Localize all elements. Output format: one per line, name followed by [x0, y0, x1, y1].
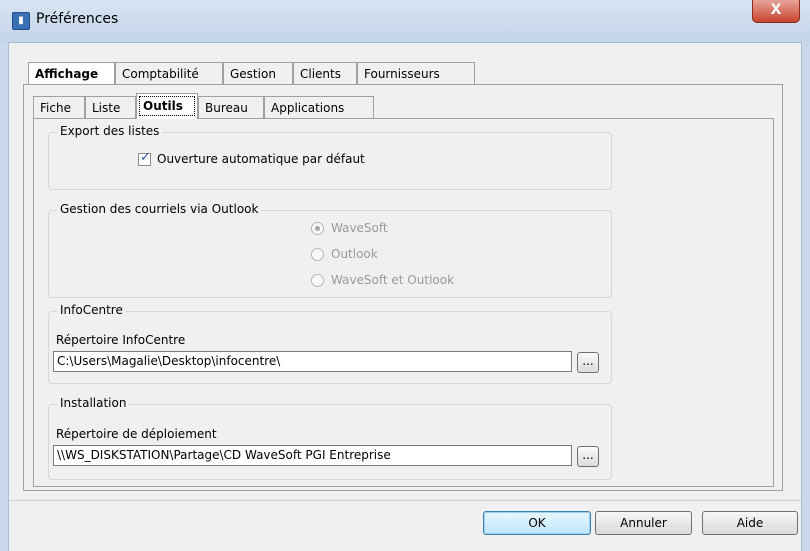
tab-applications[interactable]: Applications	[264, 96, 374, 118]
infocentre-browse-button[interactable]: ...	[577, 352, 599, 373]
title-bar: ▮ Préférences X	[0, 0, 810, 43]
installation-label: Répertoire de déploiement	[56, 427, 217, 441]
radio-outlook[interactable]	[311, 248, 324, 261]
infocentre-label: Répertoire InfoCentre	[56, 333, 186, 347]
radio-wavesoft[interactable]	[311, 222, 324, 235]
radio-wavesoft-outlook[interactable]	[311, 274, 324, 287]
tab-clients[interactable]: Clients	[293, 62, 357, 84]
radio-wavesoft-label: WaveSoft	[331, 221, 388, 235]
auto-open-label[interactable]: Ouverture automatique par défaut	[157, 152, 365, 166]
ok-button[interactable]: OK	[483, 511, 591, 535]
installation-group: Installation	[48, 396, 612, 480]
courriels-legend: Gestion des courriels via Outlook	[57, 202, 262, 216]
courriels-group: Gestion des courriels via Outlook	[48, 202, 612, 298]
footer-divider	[9, 500, 801, 501]
radio-outlook-label: Outlook	[331, 247, 378, 261]
tab-fiche[interactable]: Fiche	[33, 96, 85, 118]
window-title: Préférences	[36, 11, 119, 27]
tab-fournisseurs[interactable]: Fournisseurs	[357, 62, 475, 84]
tab-comptabilite[interactable]: Comptabilité	[115, 62, 223, 84]
infocentre-legend: InfoCentre	[57, 303, 126, 317]
export-legend: Export des listes	[57, 124, 163, 138]
infocentre-group: InfoCentre	[48, 303, 612, 384]
installation-legend: Installation	[57, 396, 130, 410]
close-button[interactable]: X	[752, 0, 800, 23]
cancel-button[interactable]: Annuler	[595, 511, 692, 535]
help-button[interactable]: Aide	[702, 511, 798, 535]
infocentre-path-field[interactable]: C:\Users\Magalie\Desktop\infocentre\	[53, 351, 572, 372]
window-right-border	[801, 42, 810, 551]
tab-liste[interactable]: Liste	[85, 96, 136, 118]
app-icon: ▮	[12, 12, 30, 30]
auto-open-checkbox[interactable]: ✓	[138, 150, 151, 166]
installation-browse-button[interactable]: ...	[577, 446, 599, 467]
checkmark-icon: ✓	[140, 150, 151, 165]
radio-selected-dot	[315, 226, 320, 231]
installation-path-field[interactable]: \\WS_DISKSTATION\Partage\CD WaveSoft PGI…	[53, 445, 572, 466]
tab-affichage[interactable]: Affichage	[28, 62, 115, 84]
window-left-border	[0, 42, 9, 551]
radio-wavesoft-outlook-label: WaveSoft et Outlook	[331, 273, 455, 287]
tab-bureau[interactable]: Bureau	[198, 96, 264, 118]
tab-gestion[interactable]: Gestion	[223, 62, 293, 84]
tab-outils[interactable]: Outils	[136, 93, 198, 119]
